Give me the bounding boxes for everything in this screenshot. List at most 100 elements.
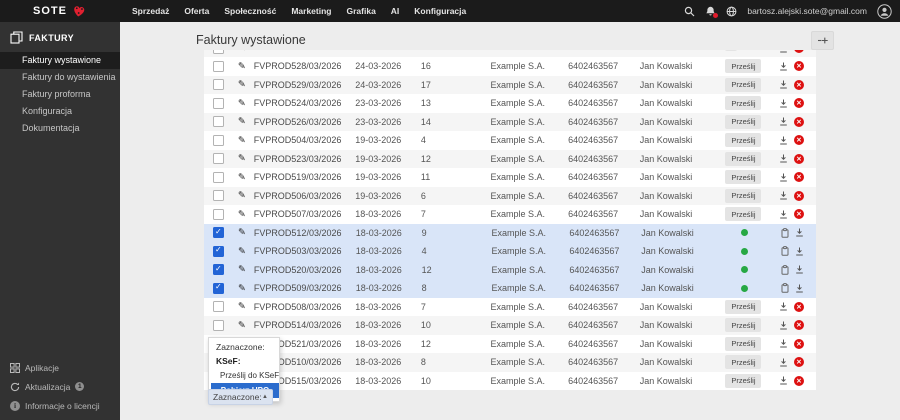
- cancel-icon[interactable]: ✕: [794, 320, 805, 331]
- apps-link[interactable]: Aplikacje: [0, 358, 120, 377]
- download-icon[interactable]: [779, 173, 788, 182]
- cancel-icon[interactable]: ✕: [794, 116, 805, 127]
- menu-spolecznosc[interactable]: Społeczność: [224, 6, 276, 16]
- cancel-icon[interactable]: ✕: [794, 338, 805, 349]
- row-checkbox[interactable]: [213, 50, 224, 54]
- sidebar-item-dokumentacja[interactable]: Dokumentacja: [0, 120, 120, 137]
- edit-icon[interactable]: ✎: [230, 227, 254, 238]
- row-checkbox[interactable]: [213, 282, 224, 294]
- cancel-icon[interactable]: ✕: [794, 50, 805, 54]
- download-icon[interactable]: [779, 62, 788, 71]
- cancel-icon[interactable]: ✕: [794, 135, 805, 146]
- send-button[interactable]: [725, 50, 738, 51]
- download-icon[interactable]: [779, 154, 788, 163]
- row-checkbox[interactable]: [213, 301, 224, 313]
- cancel-icon[interactable]: ✕: [794, 375, 805, 386]
- edit-icon[interactable]: ✎: [230, 79, 254, 90]
- edit-icon[interactable]: ✎: [230, 301, 254, 312]
- account-email[interactable]: bartosz.alejski.sote@gmail.com: [747, 6, 867, 16]
- send-button[interactable]: Prześlij: [725, 170, 762, 185]
- download-icon[interactable]: [779, 136, 788, 145]
- edit-icon[interactable]: ✎: [230, 116, 254, 127]
- cancel-icon[interactable]: ✕: [794, 153, 805, 164]
- download-icon[interactable]: [779, 210, 788, 219]
- menu-oferta[interactable]: Oferta: [184, 6, 209, 16]
- sidebar-item-faktury-proforma[interactable]: Faktury proforma: [0, 86, 120, 103]
- row-checkbox[interactable]: [213, 208, 224, 220]
- send-button[interactable]: Prześlij: [725, 151, 762, 166]
- download-icon[interactable]: [795, 228, 804, 237]
- send-button[interactable]: Prześlij: [725, 336, 762, 351]
- account-avatar-icon[interactable]: [877, 3, 892, 19]
- send-button[interactable]: Prześlij: [725, 133, 762, 148]
- copy-icon[interactable]: [781, 283, 789, 293]
- update-link[interactable]: Aktualizacja 1: [0, 377, 120, 396]
- download-icon[interactable]: [779, 50, 788, 53]
- cancel-icon[interactable]: ✕: [794, 172, 805, 183]
- send-button[interactable]: Prześlij: [725, 59, 762, 74]
- send-button[interactable]: Prześlij: [725, 207, 762, 222]
- download-icon[interactable]: [779, 339, 788, 348]
- sote-logo[interactable]: SOTE: [0, 4, 120, 18]
- send-button[interactable]: Prześlij: [725, 355, 762, 370]
- edit-icon[interactable]: ✎: [230, 153, 254, 164]
- edit-icon[interactable]: ✎: [230, 246, 254, 257]
- download-icon[interactable]: [779, 191, 788, 200]
- popup-item-send-ksef[interactable]: Prześlij do KSeF: [209, 368, 279, 383]
- send-button[interactable]: Prześlij: [725, 77, 762, 92]
- edit-icon[interactable]: ✎: [230, 61, 254, 72]
- menu-ai[interactable]: AI: [391, 6, 400, 16]
- send-button[interactable]: Prześlij: [725, 318, 762, 333]
- download-icon[interactable]: [795, 247, 804, 256]
- table-options-button[interactable]: [811, 31, 834, 50]
- send-button[interactable]: Prześlij: [725, 96, 762, 111]
- edit-icon[interactable]: ✎: [230, 320, 254, 331]
- send-button[interactable]: Prześlij: [725, 373, 762, 388]
- sidebar-item-faktury-wystawione[interactable]: Faktury wystawione: [0, 52, 120, 69]
- menu-marketing[interactable]: Marketing: [291, 6, 331, 16]
- sidebar-item-konfiguracja[interactable]: Konfiguracja: [0, 103, 120, 120]
- edit-icon[interactable]: ✎: [230, 209, 254, 220]
- row-checkbox[interactable]: [213, 79, 224, 91]
- selected-dropdown-button[interactable]: Zaznaczone: ▲: [208, 389, 273, 405]
- row-checkbox[interactable]: [213, 264, 224, 276]
- download-icon[interactable]: [795, 265, 804, 274]
- send-button[interactable]: Prześlij: [725, 188, 762, 203]
- download-icon[interactable]: [779, 117, 788, 126]
- edit-icon[interactable]: ✎: [230, 50, 254, 54]
- cancel-icon[interactable]: ✕: [794, 301, 805, 312]
- edit-icon[interactable]: ✎: [230, 172, 254, 183]
- cancel-icon[interactable]: ✕: [794, 98, 805, 109]
- row-checkbox[interactable]: [213, 245, 224, 257]
- download-icon[interactable]: [779, 358, 788, 367]
- row-checkbox[interactable]: [213, 97, 224, 109]
- row-checkbox[interactable]: [213, 171, 224, 183]
- row-checkbox[interactable]: [213, 134, 224, 146]
- send-button[interactable]: Prześlij: [725, 114, 762, 129]
- copy-icon[interactable]: [781, 246, 789, 256]
- download-icon[interactable]: [779, 302, 788, 311]
- copy-icon[interactable]: [781, 227, 789, 238]
- edit-icon[interactable]: ✎: [230, 190, 254, 201]
- download-icon[interactable]: [779, 321, 788, 330]
- cancel-icon[interactable]: ✕: [794, 190, 805, 201]
- menu-sprzedaz[interactable]: Sprzedaż: [132, 6, 169, 16]
- row-checkbox[interactable]: [213, 60, 224, 72]
- cancel-icon[interactable]: ✕: [794, 357, 805, 368]
- edit-icon[interactable]: ✎: [230, 283, 254, 294]
- row-checkbox[interactable]: [213, 227, 224, 239]
- row-checkbox[interactable]: [213, 153, 224, 165]
- row-checkbox[interactable]: [213, 190, 224, 202]
- download-icon[interactable]: [779, 99, 788, 108]
- cancel-icon[interactable]: ✕: [794, 209, 805, 220]
- send-button[interactable]: Prześlij: [725, 299, 762, 314]
- edit-icon[interactable]: ✎: [230, 98, 254, 109]
- download-icon[interactable]: [795, 284, 804, 293]
- language-globe-icon[interactable]: [726, 6, 737, 17]
- download-icon[interactable]: [779, 376, 788, 385]
- license-info-link[interactable]: i Informacje o licencji: [0, 396, 120, 415]
- menu-konfiguracja[interactable]: Konfiguracja: [414, 6, 466, 16]
- row-checkbox[interactable]: [213, 116, 224, 128]
- menu-grafika[interactable]: Grafika: [347, 6, 376, 16]
- cancel-icon[interactable]: ✕: [794, 61, 805, 72]
